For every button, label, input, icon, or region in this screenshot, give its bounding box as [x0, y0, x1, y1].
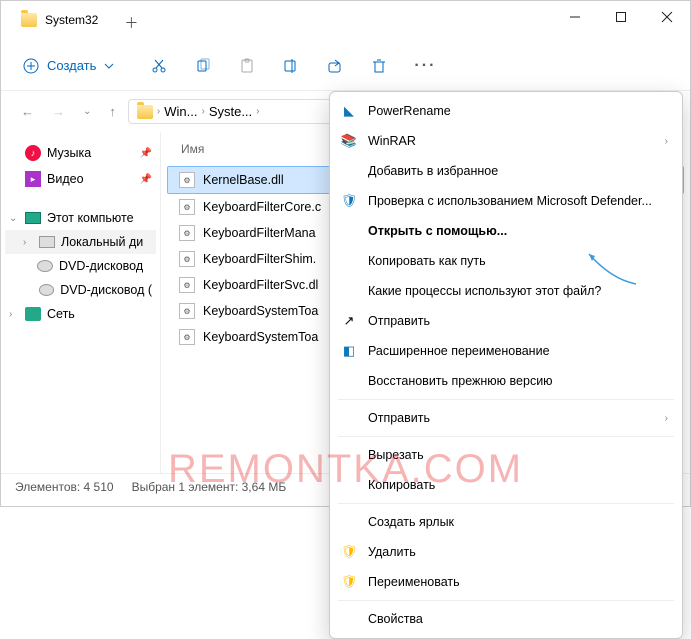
tree-item-local-disk[interactable]: ›Локальный ди: [5, 230, 156, 254]
back-button[interactable]: ←: [15, 100, 40, 123]
ctx-delete[interactable]: 🛡Удалить: [330, 537, 682, 567]
window-title: System32: [45, 13, 98, 27]
up-button[interactable]: ↑: [103, 100, 122, 123]
ctx-copy[interactable]: Копировать: [330, 470, 682, 500]
paste-icon[interactable]: [238, 57, 256, 75]
rename-icon: ◧: [340, 342, 358, 360]
dll-file-icon: ⚙: [179, 277, 195, 293]
ctx-winrar[interactable]: 📚WinRAR›: [330, 126, 682, 156]
breadcrumb-sep: ›: [201, 106, 204, 117]
trash-icon[interactable]: [370, 57, 388, 75]
ctx-ext-rename[interactable]: ◧Расширенное переименование: [330, 336, 682, 366]
ctx-cut[interactable]: Вырезать: [330, 440, 682, 470]
copy-icon[interactable]: [194, 57, 212, 75]
dll-file-icon: ⚙: [179, 329, 195, 345]
share-icon[interactable]: [326, 57, 344, 75]
maximize-button[interactable]: [598, 1, 644, 33]
ctx-shortcut[interactable]: Создать ярлык: [330, 507, 682, 537]
ctx-powerrename[interactable]: ◣PowerRename: [330, 96, 682, 126]
window-controls: [552, 1, 690, 33]
chevron-down-icon[interactable]: ⌄: [9, 213, 19, 224]
video-icon: ▸: [25, 171, 41, 187]
ctx-send[interactable]: ↗Отправить: [330, 306, 682, 336]
dll-file-icon: ⚙: [179, 199, 195, 215]
separator: [338, 600, 674, 601]
title-bar: System32 ＋: [1, 1, 690, 41]
chevron-right-icon[interactable]: ›: [9, 309, 19, 320]
dvd-icon: [39, 284, 55, 296]
folder-icon: [137, 105, 153, 119]
shield-icon: 🛡: [340, 192, 358, 210]
dll-file-icon: ⚙: [179, 225, 195, 241]
breadcrumb-sep: ›: [157, 106, 160, 117]
shield-icon: 🛡: [340, 543, 358, 561]
cut-icon[interactable]: [150, 57, 168, 75]
tree-item-music[interactable]: ♪Музыка📌: [5, 140, 156, 166]
rename-icon[interactable]: [282, 57, 300, 75]
breadcrumb-sep: ›: [256, 106, 259, 117]
separator: [338, 436, 674, 437]
pin-icon: 📌: [140, 148, 152, 159]
plus-circle-icon: [23, 58, 39, 74]
ctx-defender[interactable]: 🛡Проверка с использованием Microsoft Def…: [330, 186, 682, 216]
ctx-open-with[interactable]: Открыть с помощью...: [330, 216, 682, 246]
forward-button[interactable]: →: [46, 100, 71, 123]
dll-file-icon: ⚙: [179, 251, 195, 267]
navigation-tree: ♪Музыка📌 ▸Видео📌 ⌄Этот компьюте ›Локальн…: [1, 132, 161, 473]
status-selection: Выбран 1 элемент: 3,64 МБ: [132, 480, 287, 494]
chevron-right-icon[interactable]: ›: [23, 237, 33, 248]
dll-file-icon: ⚙: [179, 303, 195, 319]
new-button[interactable]: Создать: [13, 52, 124, 80]
breadcrumb-seg[interactable]: Win...: [164, 104, 197, 119]
chevron-down-icon: [104, 61, 114, 71]
send-icon: ↗: [340, 312, 358, 330]
pc-icon: [25, 212, 41, 224]
chevron-right-icon: ›: [665, 136, 668, 147]
tree-item-dvd2[interactable]: DVD-дисковод (: [5, 278, 156, 302]
ctx-properties[interactable]: Свойства: [330, 604, 682, 634]
minimize-button[interactable]: [552, 1, 598, 33]
tree-item-network[interactable]: ›Сеть: [5, 302, 156, 326]
close-button[interactable]: [644, 1, 690, 33]
separator: [338, 503, 674, 504]
ctx-send-to[interactable]: Отправить›: [330, 403, 682, 433]
network-icon: [25, 307, 41, 321]
toolbar: Создать ···: [1, 41, 690, 91]
more-button[interactable]: ···: [414, 57, 436, 75]
tree-item-pc[interactable]: ⌄Этот компьюте: [5, 206, 156, 230]
ctx-rename[interactable]: 🛡Переименовать: [330, 567, 682, 597]
ctx-copy-path[interactable]: Копировать как путь: [330, 246, 682, 276]
powerrename-icon: ◣: [340, 102, 358, 120]
new-tab-button[interactable]: ＋: [116, 1, 146, 45]
pin-icon: 📌: [140, 174, 152, 185]
dvd-icon: [37, 260, 53, 272]
status-count: Элементов: 4 510: [15, 480, 114, 494]
new-button-label: Создать: [47, 58, 96, 73]
chevron-down-icon[interactable]: ⌄: [77, 102, 97, 121]
window-tab[interactable]: System32: [5, 5, 110, 35]
separator: [338, 399, 674, 400]
chevron-right-icon: ›: [665, 413, 668, 424]
folder-icon: [21, 13, 37, 27]
tree-item-video[interactable]: ▸Видео📌: [5, 166, 156, 192]
dll-file-icon: ⚙: [179, 172, 195, 188]
winrar-icon: 📚: [340, 132, 358, 150]
ctx-restore[interactable]: Восстановить прежнюю версию: [330, 366, 682, 396]
ctx-favorites[interactable]: Добавить в избранное: [330, 156, 682, 186]
ctx-processes[interactable]: Какие процессы используют этот файл?: [330, 276, 682, 306]
music-icon: ♪: [25, 145, 41, 161]
breadcrumb-seg[interactable]: Syste...: [209, 104, 252, 119]
context-menu: ◣PowerRename 📚WinRAR› Добавить в избранн…: [329, 91, 683, 639]
shield-icon: 🛡: [340, 573, 358, 591]
tree-item-dvd[interactable]: DVD-дисковод: [5, 254, 156, 278]
disk-icon: [39, 236, 55, 248]
